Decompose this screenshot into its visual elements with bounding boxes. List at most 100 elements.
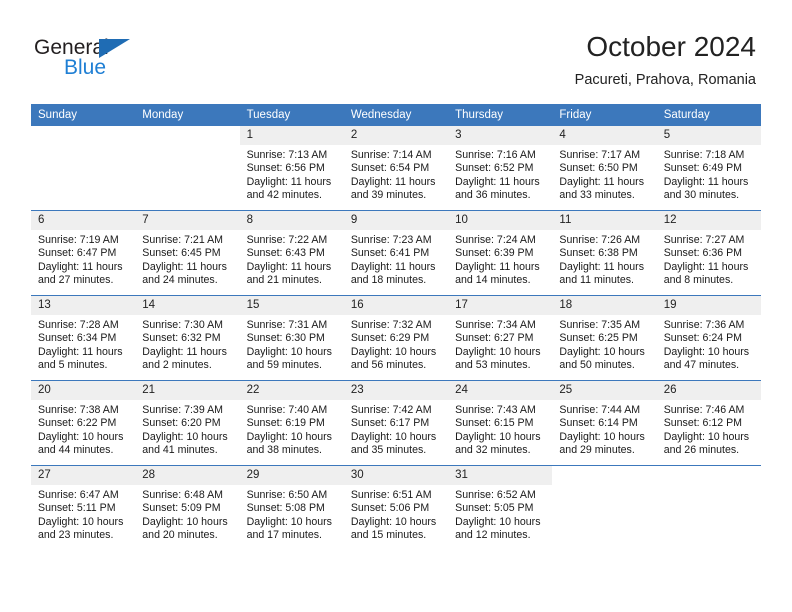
daylight-duration: Daylight: 10 hours and 35 minutes. bbox=[350, 430, 437, 457]
weekday-header-saturday: Saturday bbox=[656, 104, 761, 126]
sunrise-time: Sunrise: 7:44 AM bbox=[559, 404, 641, 416]
day-number: 3 bbox=[448, 126, 553, 145]
day-number: 12 bbox=[656, 211, 761, 230]
sunset-time: Sunset: 5:08 PM bbox=[246, 502, 325, 515]
sunset-time: Sunset: 5:09 PM bbox=[142, 502, 221, 515]
sunset-time: Sunset: 6:39 PM bbox=[455, 247, 534, 260]
day-details: Sunrise: 7:18 AM Sunset: 6:49 PM Daylight:… bbox=[657, 145, 761, 203]
day-number: 13 bbox=[31, 296, 136, 315]
calendar-body: 1 Sunrise: 7:13 AM Sunset: 6:56 PM Daylight… bbox=[31, 126, 761, 550]
daylight-duration: Daylight: 11 hours and 36 minutes. bbox=[455, 175, 540, 202]
day-number: 21 bbox=[135, 381, 240, 400]
sunrise-time: Sunrise: 7:35 AM bbox=[559, 319, 641, 331]
daylight-duration: Daylight: 10 hours and 44 minutes. bbox=[38, 430, 124, 457]
day-number: 16 bbox=[343, 296, 449, 315]
day-number: 25 bbox=[552, 381, 657, 400]
sunrise-time: Sunrise: 7:24 AM bbox=[455, 234, 536, 246]
sunset-time: Sunset: 6:56 PM bbox=[246, 162, 325, 175]
sunrise-time: Sunrise: 7:13 AM bbox=[246, 149, 328, 161]
weekday-header-monday: Monday bbox=[135, 104, 240, 126]
calendar-day-cell: 6 Sunrise: 7:19 AM Sunset: 6:47 PM Daylight… bbox=[31, 210, 136, 296]
weekday-header-friday: Friday bbox=[552, 104, 657, 126]
day-details: Sunrise: 7:44 AM Sunset: 6:14 PM Daylight:… bbox=[552, 400, 656, 458]
calendar-page: General Blue October 2024 Pacureti, Prah… bbox=[0, 0, 792, 612]
sunrise-time: Sunrise: 6:50 AM bbox=[246, 489, 328, 501]
daylight-duration: Daylight: 10 hours and 26 minutes. bbox=[663, 430, 750, 457]
daylight-duration: Daylight: 11 hours and 42 minutes. bbox=[246, 175, 332, 202]
day-number: 22 bbox=[239, 381, 344, 400]
day-number: 23 bbox=[343, 381, 449, 400]
page-title: October 2024 bbox=[586, 31, 756, 62]
calendar-day-cell: 18 Sunrise: 7:35 AM Sunset: 6:25 PM Dayligh… bbox=[552, 295, 657, 381]
day-number: 10 bbox=[448, 211, 553, 230]
day-details: Sunrise: 7:13 AM Sunset: 6:56 PM Daylight:… bbox=[240, 145, 344, 203]
calendar-day-cell: 9 Sunrise: 7:23 AM Sunset: 6:41 PM Daylight… bbox=[343, 210, 449, 296]
sunset-time: Sunset: 6:34 PM bbox=[38, 332, 117, 345]
logo-text-blue: Blue bbox=[64, 56, 107, 79]
day-details: Sunrise: 7:46 AM Sunset: 6:12 PM Daylight:… bbox=[657, 400, 761, 458]
calendar-day-cell: 12 Sunrise: 7:27 AM Sunset: 6:36 PM Dayligh… bbox=[656, 210, 761, 296]
day-details: Sunrise: 6:50 AM Sunset: 5:08 PM Daylight:… bbox=[240, 485, 344, 543]
day-details: Sunrise: 7:35 AM Sunset: 6:25 PM Daylight:… bbox=[552, 315, 656, 373]
calendar-day-cell: 31 Sunrise: 6:52 AM Sunset: 5:05 PM Dayligh… bbox=[448, 465, 553, 550]
sunset-time: Sunset: 6:30 PM bbox=[246, 332, 325, 345]
daylight-duration: Daylight: 10 hours and 23 minutes. bbox=[38, 515, 124, 542]
day-details: Sunrise: 7:28 AM Sunset: 6:34 PM Daylight:… bbox=[31, 315, 135, 373]
sunset-time: Sunset: 6:25 PM bbox=[559, 332, 638, 345]
calendar-day-cell: 26 Sunrise: 7:46 AM Sunset: 6:12 PM Dayligh… bbox=[656, 380, 761, 466]
day-details: Sunrise: 7:24 AM Sunset: 6:39 PM Daylight:… bbox=[448, 230, 552, 288]
calendar-week-row: 1 Sunrise: 7:13 AM Sunset: 6:56 PM Daylight… bbox=[31, 126, 761, 211]
weekday-header-wednesday: Wednesday bbox=[343, 104, 449, 126]
day-details: Sunrise: 7:39 AM Sunset: 6:20 PM Daylight:… bbox=[135, 400, 239, 458]
day-details: Sunrise: 7:22 AM Sunset: 6:43 PM Daylight:… bbox=[240, 230, 344, 288]
sunrise-time: Sunrise: 7:26 AM bbox=[559, 234, 641, 246]
calendar-cell-empty bbox=[552, 465, 657, 550]
general-blue-logo[interactable]: General Blue bbox=[34, 36, 214, 84]
sunrise-time: Sunrise: 7:23 AM bbox=[350, 234, 432, 246]
page-header: General Blue October 2024 Pacureti, Prah… bbox=[0, 0, 792, 103]
calendar-day-cell: 16 Sunrise: 7:32 AM Sunset: 6:29 PM Dayligh… bbox=[343, 295, 449, 381]
title-block: October 2024 Pacureti, Prahova, Romania bbox=[575, 30, 756, 90]
daylight-duration: Daylight: 11 hours and 24 minutes. bbox=[142, 260, 227, 287]
day-details: Sunrise: 7:21 AM Sunset: 6:45 PM Daylight:… bbox=[135, 230, 239, 288]
sunrise-time: Sunrise: 7:39 AM bbox=[142, 404, 223, 416]
day-number: 26 bbox=[656, 381, 761, 400]
day-number: 5 bbox=[656, 126, 761, 145]
day-details: Sunrise: 7:42 AM Sunset: 6:17 PM Daylight:… bbox=[344, 400, 448, 458]
day-number: 4 bbox=[552, 126, 657, 145]
calendar-day-cell: 5 Sunrise: 7:18 AM Sunset: 6:49 PM Daylight… bbox=[656, 126, 761, 211]
calendar-day-cell: 15 Sunrise: 7:31 AM Sunset: 6:30 PM Dayligh… bbox=[239, 295, 344, 381]
day-details: Sunrise: 7:34 AM Sunset: 6:27 PM Daylight:… bbox=[448, 315, 552, 373]
day-details: Sunrise: 6:52 AM Sunset: 5:05 PM Daylight:… bbox=[448, 485, 552, 543]
day-number bbox=[31, 126, 135, 145]
sunrise-time: Sunrise: 7:36 AM bbox=[663, 319, 745, 331]
day-number: 27 bbox=[31, 466, 136, 485]
daylight-duration: Daylight: 10 hours and 38 minutes. bbox=[246, 430, 332, 457]
calendar-day-cell: 10 Sunrise: 7:24 AM Sunset: 6:39 PM Dayligh… bbox=[448, 210, 553, 296]
day-number: 9 bbox=[343, 211, 449, 230]
sunset-time: Sunset: 6:32 PM bbox=[142, 332, 221, 345]
calendar-day-cell: 11 Sunrise: 7:26 AM Sunset: 6:38 PM Dayligh… bbox=[552, 210, 657, 296]
daylight-duration: Daylight: 10 hours and 53 minutes. bbox=[455, 345, 541, 372]
sunrise-time: Sunrise: 7:14 AM bbox=[350, 149, 432, 161]
day-details: Sunrise: 7:36 AM Sunset: 6:24 PM Daylight:… bbox=[657, 315, 761, 373]
sunrise-time: Sunrise: 6:51 AM bbox=[350, 489, 432, 501]
day-number: 29 bbox=[239, 466, 344, 485]
calendar-day-cell: 1 Sunrise: 7:13 AM Sunset: 6:56 PM Daylight… bbox=[239, 126, 344, 211]
sunset-time: Sunset: 6:41 PM bbox=[350, 247, 430, 260]
day-details: Sunrise: 6:51 AM Sunset: 5:06 PM Daylight:… bbox=[344, 485, 448, 543]
day-number bbox=[657, 466, 761, 485]
day-number: 14 bbox=[135, 296, 240, 315]
day-number: 8 bbox=[239, 211, 344, 230]
sunrise-time: Sunrise: 7:21 AM bbox=[142, 234, 223, 246]
calendar-header-row: Sunday Monday Tuesday Wednesday Thursday… bbox=[31, 104, 761, 126]
sunset-time: Sunset: 6:17 PM bbox=[350, 417, 430, 430]
sunrise-time: Sunrise: 7:34 AM bbox=[455, 319, 536, 331]
daylight-duration: Daylight: 11 hours and 33 minutes. bbox=[559, 175, 645, 202]
day-details: Sunrise: 7:26 AM Sunset: 6:38 PM Daylight:… bbox=[552, 230, 656, 288]
sunset-time: Sunset: 6:54 PM bbox=[350, 162, 430, 175]
calendar-day-cell: 20 Sunrise: 7:38 AM Sunset: 6:22 PM Dayligh… bbox=[31, 380, 136, 466]
calendar-cell-empty bbox=[31, 126, 135, 211]
calendar-week-row: 6 Sunrise: 7:19 AM Sunset: 6:47 PM Daylight… bbox=[31, 210, 761, 296]
sunset-time: Sunset: 6:49 PM bbox=[663, 162, 743, 175]
